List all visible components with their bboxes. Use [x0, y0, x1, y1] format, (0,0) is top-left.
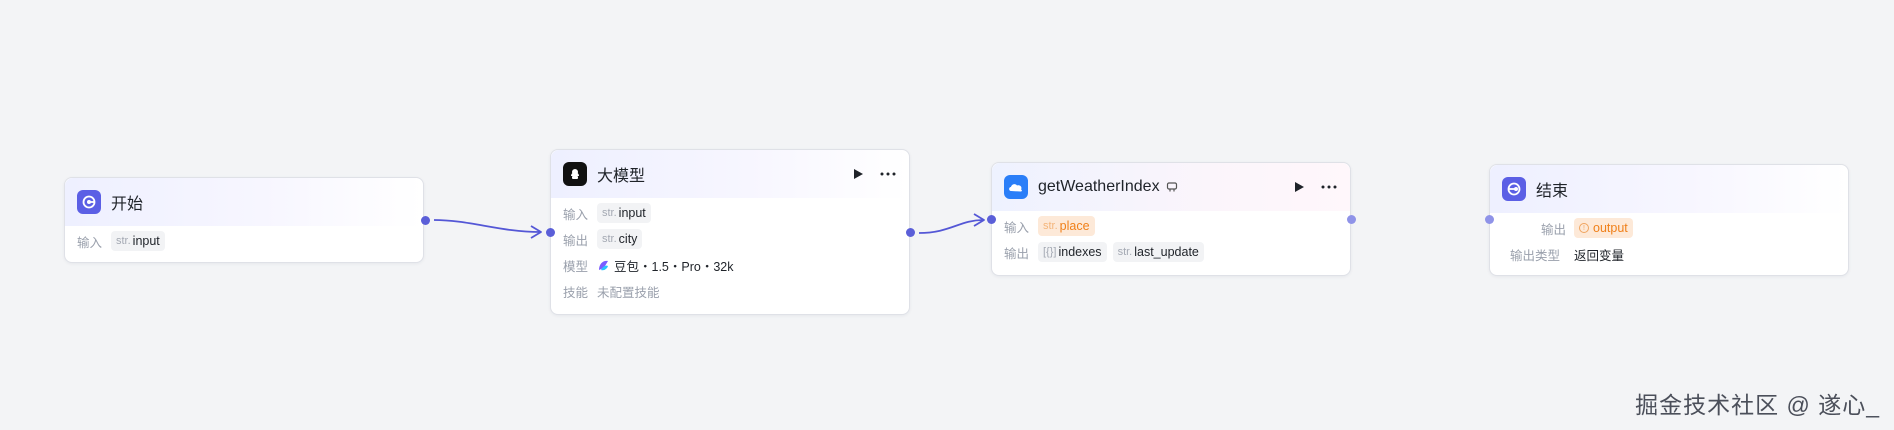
type-prefix: str.	[116, 235, 131, 247]
play-icon[interactable]	[1292, 180, 1306, 194]
edge-llm-weather-arrow	[973, 213, 985, 227]
start-node-header: 开始	[65, 178, 423, 226]
llm-model-icon	[563, 162, 587, 186]
llm-node-header: 大模型	[551, 150, 909, 198]
llm-model-row: 模型 豆包・1.5・Pro・32k	[563, 252, 897, 278]
weather-output-tag-indexes: [{}] indexes	[1038, 242, 1107, 262]
weather-output-tag-last-update: str. last_update	[1112, 242, 1204, 262]
end-node[interactable]: 结束 输出 ! output 输出类型 返回变量	[1489, 164, 1849, 276]
start-node-title: 开始	[111, 196, 144, 213]
llm-model-value: 豆包・1.5・Pro・32k	[614, 259, 734, 274]
edge-start-llm-arrow	[530, 225, 542, 239]
type-prefix: [{}]	[1043, 246, 1057, 258]
type-prefix: str.	[1117, 246, 1133, 258]
end-input-port[interactable]	[1485, 215, 1494, 224]
start-output-port[interactable]	[421, 216, 430, 225]
start-input-label: 输入	[77, 235, 103, 250]
weather-output-row: 输出 [{}] indexes str. last_update	[1004, 239, 1338, 265]
variable-name: place	[1059, 219, 1090, 233]
doubao-logo-icon	[599, 260, 608, 270]
end-output-row: 输出 ! output	[1510, 215, 1836, 241]
end-output-type-label: 输出类型	[1510, 248, 1561, 263]
start-input-tag: str. input	[111, 231, 165, 251]
llm-output-port[interactable]	[906, 228, 915, 237]
variable-name: indexes	[1058, 245, 1102, 259]
weather-output-port[interactable]	[1347, 215, 1356, 224]
weather-input-row: 输入 str. place	[1004, 213, 1338, 239]
end-node-icon	[1502, 177, 1526, 201]
plugin-badge-icon	[1166, 182, 1177, 192]
llm-input-tag: str. input	[597, 203, 651, 223]
llm-output-label: 输出	[563, 233, 589, 248]
llm-input-label: 输入	[563, 207, 589, 222]
edge-start-llm	[433, 219, 541, 233]
end-output-tag: ! output	[1574, 218, 1633, 238]
variable-name: city	[618, 232, 638, 246]
weather-node-title: getWeatherIndex	[1038, 178, 1160, 195]
variable-name: output	[1593, 221, 1628, 235]
weather-output-label: 输出	[1004, 246, 1030, 261]
variable-name: last_update	[1134, 245, 1199, 259]
llm-skill-row: 技能 未配置技能	[563, 278, 897, 304]
type-prefix: str.	[602, 233, 617, 245]
end-output-type-value: 返回变量	[1574, 248, 1625, 263]
variable-name: input	[132, 234, 160, 248]
llm-output-row: 输出 str. city	[563, 226, 897, 252]
weather-node-header: getWeatherIndex	[992, 163, 1350, 211]
llm-skill-value: 未配置技能	[597, 285, 660, 300]
llm-output-tag: str. city	[597, 229, 643, 249]
end-node-header: 结束	[1490, 165, 1848, 213]
play-icon[interactable]	[851, 167, 865, 181]
weather-input-label: 输入	[1004, 220, 1030, 235]
llm-model-label: 模型	[563, 259, 589, 274]
more-dots-icon[interactable]	[879, 167, 897, 181]
llm-input-row: 输入 str. input	[563, 200, 897, 226]
type-prefix: str.	[1043, 220, 1058, 232]
watermark-text: 掘金技术社区 @ 遂心_	[1635, 392, 1880, 418]
llm-node[interactable]: 大模型 输入 str. input 输出 str. city 模型 豆包・1.5・P…	[550, 149, 910, 315]
more-dots-icon[interactable]	[1320, 180, 1338, 194]
weather-plugin-node[interactable]: getWeatherIndex 输入 str. place 输出 [{}] inde…	[991, 162, 1351, 276]
edge-llm-weather	[918, 219, 984, 234]
warning-circle-icon: !	[1579, 223, 1589, 233]
end-output-label: 输出	[1540, 222, 1566, 237]
start-input-row: 输入 str. input	[77, 228, 411, 254]
llm-input-port[interactable]	[546, 228, 555, 237]
end-output-type-row: 输出类型 返回变量	[1510, 241, 1836, 267]
llm-skill-label: 技能	[563, 285, 589, 300]
weather-input-port[interactable]	[987, 215, 996, 224]
variable-name: input	[618, 206, 646, 220]
llm-node-title: 大模型	[597, 168, 646, 185]
workflow-canvas[interactable]: 开始 输入 str. input 大模型 输入 str. input 输出 st…	[0, 0, 1894, 430]
type-prefix: str.	[602, 207, 617, 219]
end-node-title: 结束	[1536, 183, 1569, 200]
weather-cloud-icon	[1004, 175, 1028, 199]
weather-input-tag: str. place	[1038, 216, 1095, 236]
start-node-icon	[77, 190, 101, 214]
start-node[interactable]: 开始 输入 str. input	[64, 177, 424, 263]
